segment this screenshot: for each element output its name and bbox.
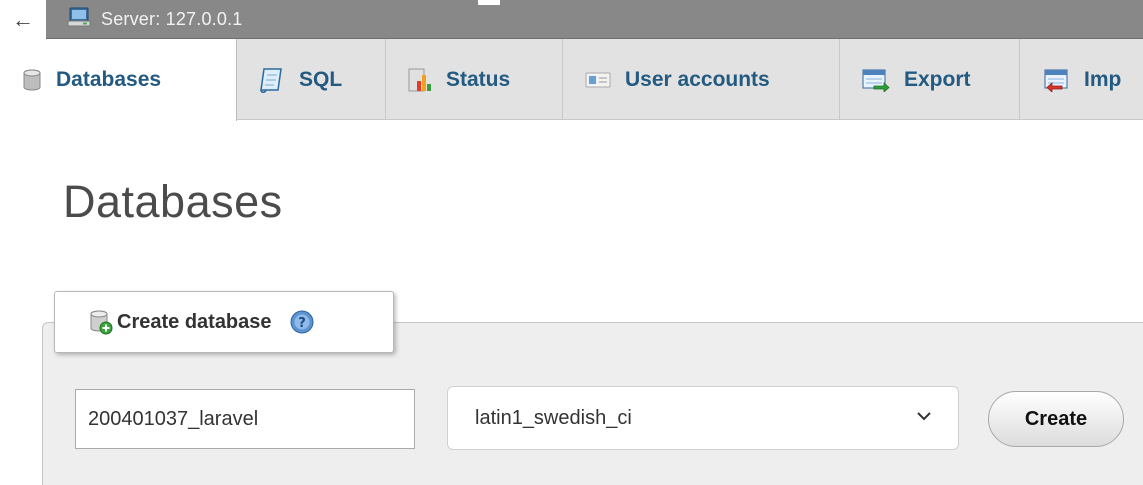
create-button[interactable]: Create bbox=[988, 391, 1124, 447]
tab-sql[interactable]: SQL bbox=[237, 39, 386, 120]
collation-selected-value: latin1_swedish_ci bbox=[475, 406, 632, 429]
breadcrumb-server-label: Server: 127.0.0.1 bbox=[101, 9, 243, 29]
tab-label: SQL bbox=[299, 67, 343, 91]
create-database-legend: Create database ? bbox=[54, 291, 394, 353]
sql-scroll-icon bbox=[259, 66, 285, 94]
svg-text:?: ? bbox=[298, 316, 306, 331]
tab-status[interactable]: Status bbox=[386, 39, 563, 120]
bar-notch bbox=[478, 0, 500, 5]
tab-databases[interactable]: Databases bbox=[0, 39, 237, 121]
tab-label: Status bbox=[446, 67, 511, 91]
server-icon bbox=[66, 6, 92, 33]
export-icon bbox=[862, 68, 890, 92]
tab-import[interactable]: Imp bbox=[1020, 39, 1143, 120]
top-breadcrumb-bar: ← Server: 127.0.0.1 bbox=[0, 0, 1143, 39]
user-card-icon bbox=[585, 71, 611, 89]
database-add-icon bbox=[89, 309, 113, 335]
back-arrow-button[interactable]: ← bbox=[0, 0, 46, 39]
breadcrumb-server[interactable]: Server: 127.0.0.1 bbox=[66, 0, 243, 39]
tab-user-accounts[interactable]: User accounts bbox=[563, 39, 840, 120]
tab-export[interactable]: Export bbox=[840, 39, 1020, 120]
database-icon bbox=[22, 68, 42, 92]
create-database-legend-label: Create database bbox=[117, 310, 272, 333]
chevron-down-icon bbox=[916, 410, 932, 422]
tab-label: Databases bbox=[56, 68, 162, 91]
tab-label: User accounts bbox=[625, 67, 770, 91]
import-icon bbox=[1042, 68, 1070, 92]
tab-label: Imp bbox=[1084, 67, 1122, 91]
collation-select[interactable]: latin1_swedish_ci bbox=[447, 386, 959, 450]
tab-label: Export bbox=[904, 67, 971, 91]
status-chart-icon bbox=[408, 67, 432, 93]
back-arrow-icon: ← bbox=[12, 6, 34, 32]
main-tab-bar: Databases SQL Status User accounts Expor… bbox=[0, 39, 1143, 121]
page-title: Databases bbox=[63, 176, 283, 227]
help-icon[interactable]: ? bbox=[290, 310, 314, 334]
database-name-input[interactable] bbox=[75, 389, 415, 449]
